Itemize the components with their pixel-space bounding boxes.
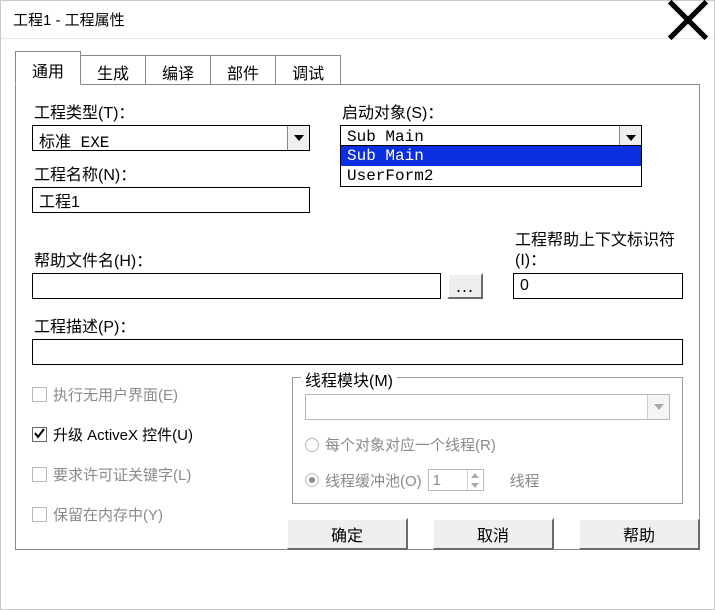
thread-suffix: 线程: [510, 470, 540, 491]
project-type-dropdown-button[interactable]: [287, 126, 309, 150]
tab-compile[interactable]: 编译: [145, 55, 211, 85]
spinner-up: [468, 470, 483, 480]
check-unattended-label: 执行无用户界面(E): [53, 384, 178, 405]
chevron-down-icon: [626, 135, 636, 141]
project-type-label: 工程类型(T)：: [34, 99, 310, 123]
project-type-combo[interactable]: 标准 EXE: [32, 125, 310, 151]
ok-button[interactable]: 确定: [286, 518, 408, 550]
project-name-input[interactable]: 工程1: [32, 187, 310, 213]
radio-per-object: 每个对象对应一个线程(R): [305, 434, 670, 455]
radio-icon: [305, 473, 319, 487]
context-id-label: 工程帮助上下文标识符(I)：: [515, 231, 683, 271]
tab-make[interactable]: 生成: [80, 55, 146, 85]
help-file-input[interactable]: [32, 273, 441, 299]
window-title: 工程1 - 工程属性: [13, 9, 125, 30]
close-icon: [666, 0, 710, 42]
radio-thread-pool: 线程缓冲池(O) 1 线程: [305, 469, 670, 491]
context-id-value: 0: [520, 277, 529, 295]
dropdown-option[interactable]: UserForm2: [341, 166, 641, 186]
tab-panel-general: 工程类型(T)： 标准 EXE 工程名称(N)： 工程1 启动对象(S)：: [15, 84, 700, 550]
thread-module-group: 线程模块(M) 每个对象对应一个线程(R): [292, 377, 683, 504]
project-desc-input[interactable]: [32, 339, 683, 365]
radio-icon: [305, 438, 319, 452]
checkbox-icon: [32, 467, 47, 482]
thread-module-combo: [305, 394, 670, 420]
radio-pool-label: 线程缓冲池(O): [325, 470, 422, 491]
startup-object-dropdown[interactable]: Sub Main UserForm2: [340, 145, 642, 187]
tab-debug[interactable]: 调试: [275, 55, 341, 85]
check-unattended: 执行无用户界面(E): [32, 381, 282, 407]
checkbox-icon: [32, 427, 47, 442]
tab-component[interactable]: 部件: [210, 55, 276, 85]
check-license-key: 要求许可证关键字(L): [32, 461, 282, 487]
chevron-down-icon: [654, 404, 664, 410]
thread-pool-spinner: 1: [428, 469, 484, 491]
check-license-key-label: 要求许可证关键字(L): [53, 464, 191, 485]
help-button[interactable]: 帮助: [578, 518, 700, 550]
content-area: 通用 生成 编译 部件 调试 工程类型(T)： 标准 EXE 工程名称(N)：: [1, 39, 714, 564]
dialog-footer: 确定 取消 帮助: [15, 518, 700, 550]
chevron-down-icon: [294, 135, 304, 141]
radio-per-object-label: 每个对象对应一个线程(R): [325, 434, 496, 455]
startup-object-label: 启动对象(S)：: [342, 99, 683, 123]
cancel-button[interactable]: 取消: [432, 518, 554, 550]
thread-pool-value: 1: [429, 470, 467, 490]
tabs-bar: 通用 生成 编译 部件 调试: [15, 51, 700, 85]
project-type-value: 标准 EXE: [33, 126, 287, 150]
titlebar: 工程1 - 工程属性: [1, 1, 714, 39]
spinner-down: [468, 480, 483, 490]
help-file-label: 帮助文件名(H)：: [34, 247, 441, 271]
dropdown-option[interactable]: Sub Main: [341, 146, 641, 166]
project-name-label: 工程名称(N)：: [34, 161, 310, 185]
project-desc-label: 工程描述(P)：: [34, 313, 683, 337]
context-id-input[interactable]: 0: [513, 273, 683, 299]
checkbox-icon: [32, 387, 47, 402]
check-upgrade-activex-label: 升级 ActiveX 控件(U): [53, 424, 193, 445]
thread-module-dropdown-button: [647, 395, 669, 419]
project-name-value: 工程1: [39, 188, 80, 212]
check-upgrade-activex[interactable]: 升级 ActiveX 控件(U): [32, 421, 282, 447]
dialog-project-properties: 工程1 - 工程属性 通用 生成 编译 部件 调试 工程类型(T)： 标准 EX…: [0, 0, 715, 610]
thread-module-legend: 线程模块(M): [301, 367, 397, 391]
thread-module-value: [306, 395, 647, 419]
tab-general[interactable]: 通用: [15, 51, 81, 85]
close-button[interactable]: [666, 5, 710, 35]
help-file-browse-button[interactable]: ...: [447, 273, 483, 299]
